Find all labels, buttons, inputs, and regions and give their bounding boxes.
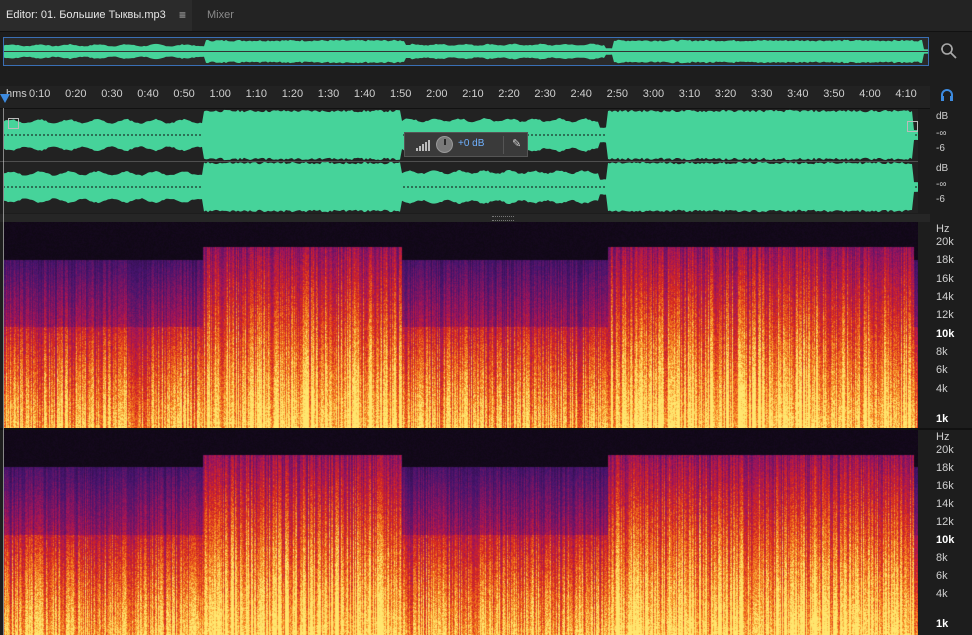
headphones-icon[interactable] [940, 88, 954, 101]
tab-editor-label: Editor: 01. Большие Тыквы.mp3 [6, 9, 166, 21]
hz-label: 4k [936, 382, 948, 395]
ruler-tick-label: 2:20 [498, 88, 520, 100]
channel-top-minus6-label: -6 [936, 143, 945, 154]
hz-label: 10k [936, 534, 955, 546]
ruler-tick-label: 4:10 [895, 88, 917, 100]
document-tab-bar: Editor: 01. Большие Тыквы.mp3 ≡ Mixer [0, 0, 972, 32]
channel-top-db-label: dB [936, 111, 949, 122]
channel-bottom-inf-label: -∞ [936, 179, 947, 190]
gain-hud[interactable]: +0 dB ✎ [404, 132, 528, 157]
hz-label: 6k [936, 570, 948, 582]
ruler-tick-label: 3:20 [714, 88, 737, 100]
ruler-tick-label: 3:00 [642, 88, 665, 100]
hz-label: 16k [936, 480, 954, 492]
splitter-grip [492, 216, 514, 221]
hz-label: 20k [936, 444, 954, 456]
ruler-tick-label: 0:40 [137, 88, 159, 100]
tab-editor[interactable]: Editor: 01. Большие Тыквы.mp3 ≡ [0, 0, 192, 31]
magnifier-icon[interactable] [940, 42, 958, 65]
hz-label: 14k [936, 498, 954, 510]
hz-label: 12k [936, 309, 954, 322]
ruler-tick-label: 1:10 [245, 88, 268, 100]
ruler-tick-label: 1:00 [209, 88, 231, 100]
fade-in-handle-icon[interactable] [8, 118, 19, 129]
spectral-display-top[interactable] [4, 222, 918, 428]
ruler-tick-label: 4:00 [859, 88, 881, 100]
hz-label: 8k [936, 552, 948, 564]
hz-label: 14k [936, 291, 954, 303]
hz-label: 1k [936, 618, 949, 630]
gain-value[interactable]: +0 dB [458, 138, 484, 149]
channel-bottom-minus6-label: -6 [936, 194, 945, 205]
spectral-display-bottom[interactable] [4, 430, 918, 635]
hz-label: 6k [936, 364, 948, 377]
ruler-tick-label: 2:00 [426, 88, 448, 100]
ruler-tick-label: 3:50 [823, 88, 845, 100]
ruler-tick-label: 1:30 [317, 88, 340, 100]
pin-icon[interactable]: ✎ [512, 137, 521, 150]
channel-top-inf-label: -∞ [936, 128, 947, 139]
tab-mixer-label: Mixer [207, 9, 234, 21]
ruler-tick-label: 3:30 [751, 88, 773, 100]
hz-label: 8k [936, 346, 948, 358]
hz-unit-label: Hz [936, 223, 950, 235]
hz-label: 20k [936, 236, 954, 248]
ruler-tick-label: 2:40 [570, 88, 592, 100]
ruler-tick-label: 3:40 [787, 88, 809, 100]
ruler-tick-label: 2:10 [462, 88, 484, 100]
hud-separator [503, 136, 504, 154]
level-meter-icon [416, 140, 430, 151]
ruler-tick-label: 0:30 [101, 88, 123, 100]
playhead-line [3, 108, 4, 635]
channel-divider [0, 161, 918, 162]
gain-knob[interactable] [436, 136, 453, 153]
playhead-marker[interactable] [0, 94, 10, 103]
hz-label: 12k [936, 516, 954, 528]
view-splitter[interactable] [0, 214, 930, 222]
hz-label: 4k [936, 588, 948, 600]
ruler-tick-label: 3:10 [678, 88, 701, 100]
time-ruler[interactable]: hms 0:10 0:20 0:30 0:40 0:50 1:00 1:10 1:20 1:30… [0, 86, 930, 109]
ruler-tick-label: 2:50 [606, 88, 629, 100]
hz-label: 10k [936, 327, 955, 340]
ruler-tick-label: 0:50 [173, 88, 195, 100]
ruler-tick-label: 2:30 [534, 88, 556, 100]
hz-label: 16k [936, 272, 954, 285]
hz-label: 18k [936, 254, 954, 267]
tab-mixer[interactable]: Mixer [193, 0, 263, 31]
overview-navigator[interactable] [3, 37, 929, 66]
ruler-tick-label: 1:20 [281, 88, 304, 100]
hz-unit-label: Hz [936, 431, 950, 443]
ruler-tick-label: 1:50 [390, 88, 412, 100]
ruler-tick-label: 1:40 [353, 88, 376, 100]
hz-label: 18k [936, 462, 954, 474]
overview-waveform [4, 38, 928, 65]
ruler-tick-label: 0:10 [29, 88, 51, 100]
ruler-tick-label: 0:20 [65, 88, 87, 100]
menu-icon[interactable]: ≡ [179, 0, 186, 31]
channel-bottom-db-label: dB [936, 163, 949, 174]
hz-label: 1k [936, 413, 949, 425]
fade-out-handle-icon[interactable] [907, 121, 918, 132]
